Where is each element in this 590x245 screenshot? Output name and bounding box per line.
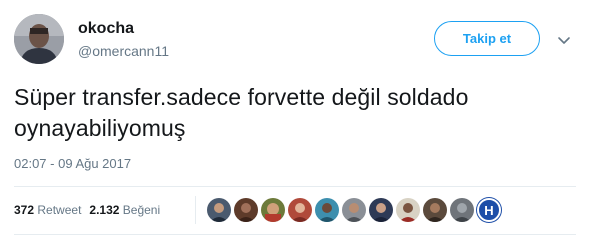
follow-button[interactable]: Takip et (434, 21, 540, 56)
tweet-text: Süper transfer.sadece forvette değil sol… (14, 84, 469, 141)
tweet-timestamp[interactable]: 02:07 - 09 Ağu 2017 (14, 156, 131, 171)
like-label: Beğeni (122, 203, 161, 217)
liker-avatar[interactable] (396, 198, 420, 222)
retweet-label: Retweet (37, 203, 82, 217)
like-count: 2.132 (89, 203, 120, 217)
liker-avatar[interactable] (288, 198, 312, 222)
divider (14, 186, 576, 187)
retweet-count: 372 (14, 203, 35, 217)
chevron-down-icon[interactable] (556, 32, 572, 48)
liker-avatar[interactable] (207, 198, 231, 222)
likers-list: H (207, 198, 501, 222)
liker-avatar[interactable] (261, 198, 285, 222)
liker-avatar[interactable] (423, 198, 447, 222)
liker-avatar[interactable] (369, 198, 393, 222)
like-stat[interactable]: 2.132 Beğeni (89, 203, 160, 217)
liker-avatar[interactable] (342, 198, 366, 222)
liker-avatar[interactable] (450, 198, 474, 222)
liker-avatar[interactable] (315, 198, 339, 222)
divider (14, 234, 576, 235)
user-handle[interactable]: @omercann11 (78, 43, 169, 59)
tweet-card: okocha @omercann11 Takip et Süper transf… (0, 0, 590, 245)
tweet-stats: 372 Retweet 2.132 Beğeni (14, 203, 160, 217)
retweet-stat[interactable]: 372 Retweet (14, 203, 81, 217)
avatar[interactable] (14, 14, 64, 64)
stats-separator (195, 196, 196, 224)
display-name[interactable]: okocha (78, 20, 134, 38)
liker-avatar[interactable] (234, 198, 258, 222)
liker-avatar[interactable]: H (477, 198, 501, 222)
